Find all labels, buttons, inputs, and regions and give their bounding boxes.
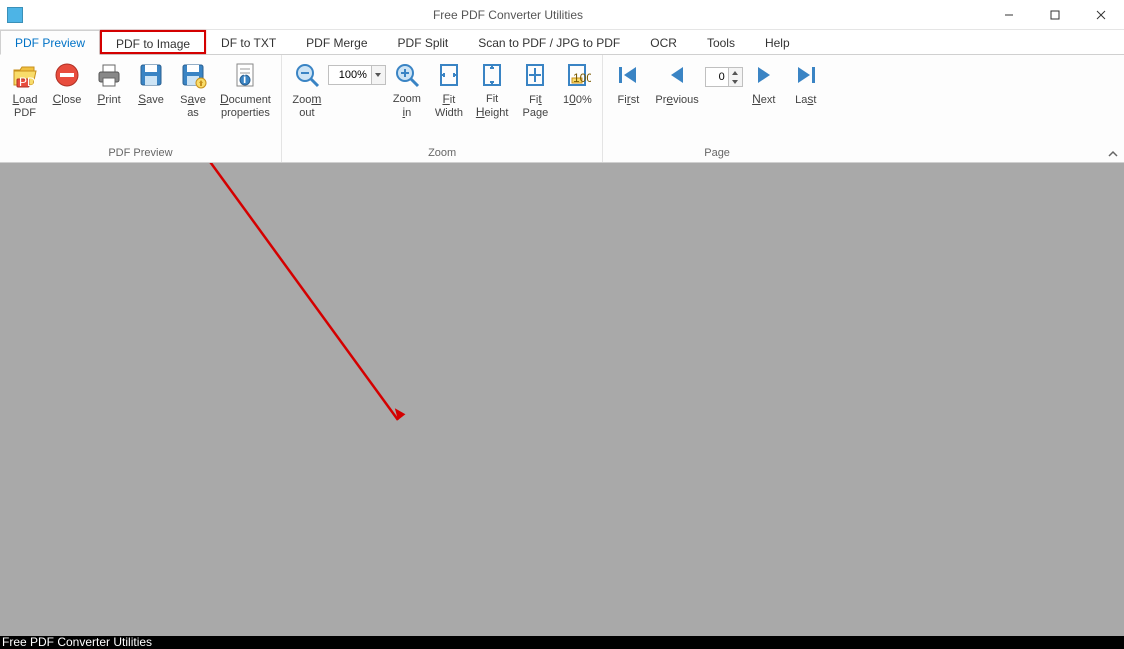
page-up-icon[interactable] — [729, 68, 742, 77]
print-button[interactable]: Print — [88, 57, 130, 109]
fit-page-button[interactable]: FitPage — [514, 57, 556, 122]
tab-pdf-split[interactable]: PDF Split — [383, 30, 464, 54]
fit-width-button[interactable]: FitWidth — [428, 57, 470, 122]
zoom-100-icon: 100 — [563, 61, 591, 89]
zoom-percent — [328, 57, 386, 93]
next-label: Next — [752, 93, 775, 107]
svg-text:PDF: PDF — [19, 75, 39, 89]
tab-pdf-merge[interactable]: PDF Merge — [291, 30, 382, 54]
next-icon — [750, 61, 778, 89]
save-button[interactable]: Save — [130, 57, 172, 109]
last-page-button[interactable]: Last — [785, 57, 827, 109]
floppy-as-icon — [179, 61, 207, 89]
group-page: First Previous Next — [603, 55, 830, 162]
folder-open-icon: PDF — [11, 61, 39, 89]
floppy-icon — [137, 61, 165, 89]
maximize-button[interactable] — [1032, 0, 1078, 30]
tab-pdf-to-txt[interactable]: DF to TXT — [206, 30, 291, 54]
zoom-100-button[interactable]: 100 100% — [556, 57, 598, 109]
ribbon: PDF LoadPDF Close Print Save Savea — [0, 55, 1124, 163]
page-input[interactable] — [705, 67, 729, 87]
ribbon-collapse-button[interactable] — [1108, 150, 1118, 158]
first-icon — [614, 61, 642, 89]
prev-page-button[interactable]: Previous — [649, 57, 704, 109]
doc-properties-button[interactable]: i Documentproperties — [214, 57, 277, 122]
prev-label: Previous — [655, 93, 698, 107]
zoom-in-button[interactable]: Zoomin — [386, 57, 428, 122]
window-controls — [986, 0, 1124, 30]
annotation-arrow — [0, 163, 1124, 633]
fit-height-icon — [478, 61, 506, 89]
zoom-in-icon — [393, 61, 421, 89]
fit-width-label: FitWidth — [435, 93, 463, 120]
tab-help[interactable]: Help — [750, 30, 805, 54]
prev-icon — [663, 61, 691, 89]
group-pdf-preview-label: PDF Preview — [108, 147, 172, 162]
ribbon-tabs: PDF Preview PDF to Image DF to TXT PDF M… — [0, 30, 1124, 55]
close-icon — [53, 61, 81, 89]
zoom-out-label: Zoomout — [292, 93, 321, 120]
group-zoom: Zoomout Zoomin FitWidth FitHeight — [282, 55, 604, 162]
titlebar: Free PDF Converter Utilities — [0, 0, 1124, 30]
fit-page-label: FitPage — [523, 93, 549, 120]
close-window-button[interactable] — [1078, 0, 1124, 30]
svg-text:i: i — [243, 72, 246, 86]
window-title: Free PDF Converter Utilities — [30, 8, 986, 22]
save-as-button[interactable]: Saveas — [172, 57, 214, 122]
group-pdf-preview: PDF LoadPDF Close Print Save Savea — [0, 55, 282, 162]
fit-height-button[interactable]: FitHeight — [470, 57, 515, 122]
load-pdf-label: LoadPDF — [12, 93, 37, 120]
svg-text:100: 100 — [573, 71, 591, 85]
doc-properties-label: Documentproperties — [220, 93, 271, 120]
zoom-input[interactable] — [328, 65, 372, 85]
zoom-out-icon — [293, 61, 321, 89]
last-icon — [792, 61, 820, 89]
tab-ocr[interactable]: OCR — [635, 30, 692, 54]
first-label: First — [618, 93, 640, 107]
page-number — [705, 59, 743, 95]
load-pdf-button[interactable]: PDF LoadPDF — [4, 57, 46, 122]
group-page-label: Page — [704, 147, 730, 162]
statusbar: Free PDF Converter Utilities — [0, 636, 1124, 647]
save-as-label: Saveas — [180, 93, 206, 120]
tab-pdf-preview[interactable]: PDF Preview — [0, 30, 100, 55]
tab-scan-to-pdf[interactable]: Scan to PDF / JPG to PDF — [463, 30, 635, 54]
save-label: Save — [138, 93, 164, 107]
first-page-button[interactable]: First — [607, 57, 649, 109]
tab-pdf-to-image[interactable]: PDF to Image — [100, 30, 206, 54]
fit-page-icon — [521, 61, 549, 89]
tab-tools[interactable]: Tools — [692, 30, 750, 54]
fit-width-icon — [435, 61, 463, 89]
printer-icon — [95, 61, 123, 89]
zoom-out-button[interactable]: Zoomout — [286, 57, 328, 122]
zoom-dropdown[interactable] — [372, 65, 386, 85]
statusbar-text: Free PDF Converter Utilities — [2, 635, 152, 649]
close-label: Close — [53, 93, 82, 107]
app-icon — [7, 7, 23, 23]
group-zoom-label: Zoom — [428, 147, 456, 162]
fit-height-label: FitHeight — [476, 93, 509, 120]
page-down-icon[interactable] — [729, 77, 742, 86]
page-spinner[interactable] — [729, 67, 743, 87]
minimize-button[interactable] — [986, 0, 1032, 30]
zoom-in-label: Zoomin — [393, 93, 421, 120]
close-button[interactable]: Close — [46, 57, 88, 109]
last-label: Last — [795, 93, 816, 107]
print-label: Print — [97, 93, 120, 107]
content-area — [0, 163, 1124, 636]
next-page-button[interactable]: Next — [743, 57, 785, 109]
doc-properties-icon: i — [231, 61, 259, 89]
app-window: Free PDF Converter Utilities PDF Preview… — [0, 0, 1124, 636]
zoom-100-label: 100% — [563, 93, 592, 107]
